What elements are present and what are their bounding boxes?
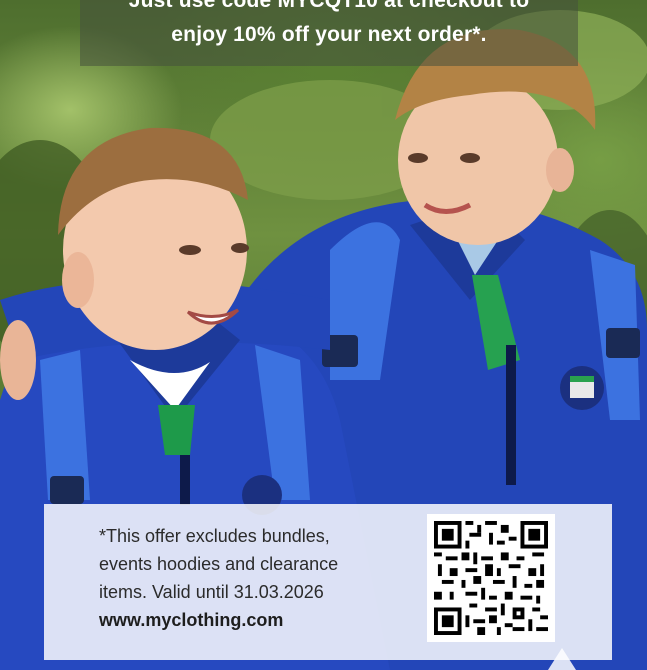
qr-code[interactable] [427,514,555,642]
scroll-up-arrow-icon[interactable] [548,648,576,670]
offer-terms: *This offer excludes bundles, events hoo… [99,522,399,634]
banner-line-1: Just use code MYCQT10 at checkout to [128,0,530,12]
qr-code-icon [434,521,548,635]
offer-info-panel: *This offer excludes bundles, events hoo… [44,504,612,660]
banner-line-2: enjoy 10% off your next order*. [171,23,487,46]
website-link[interactable]: www.myclothing.com [99,606,399,634]
terms-line-1: *This offer excludes bundles, [99,526,330,546]
terms-line-3: items. Valid until 31.03.2026 [99,582,324,602]
promo-image: Just use code MYCQT10 at checkout to enj… [0,0,647,670]
terms-line-2: events hoodies and clearance [99,554,339,574]
promo-code-banner: Just use code MYCQT10 at checkout to enj… [80,0,578,66]
